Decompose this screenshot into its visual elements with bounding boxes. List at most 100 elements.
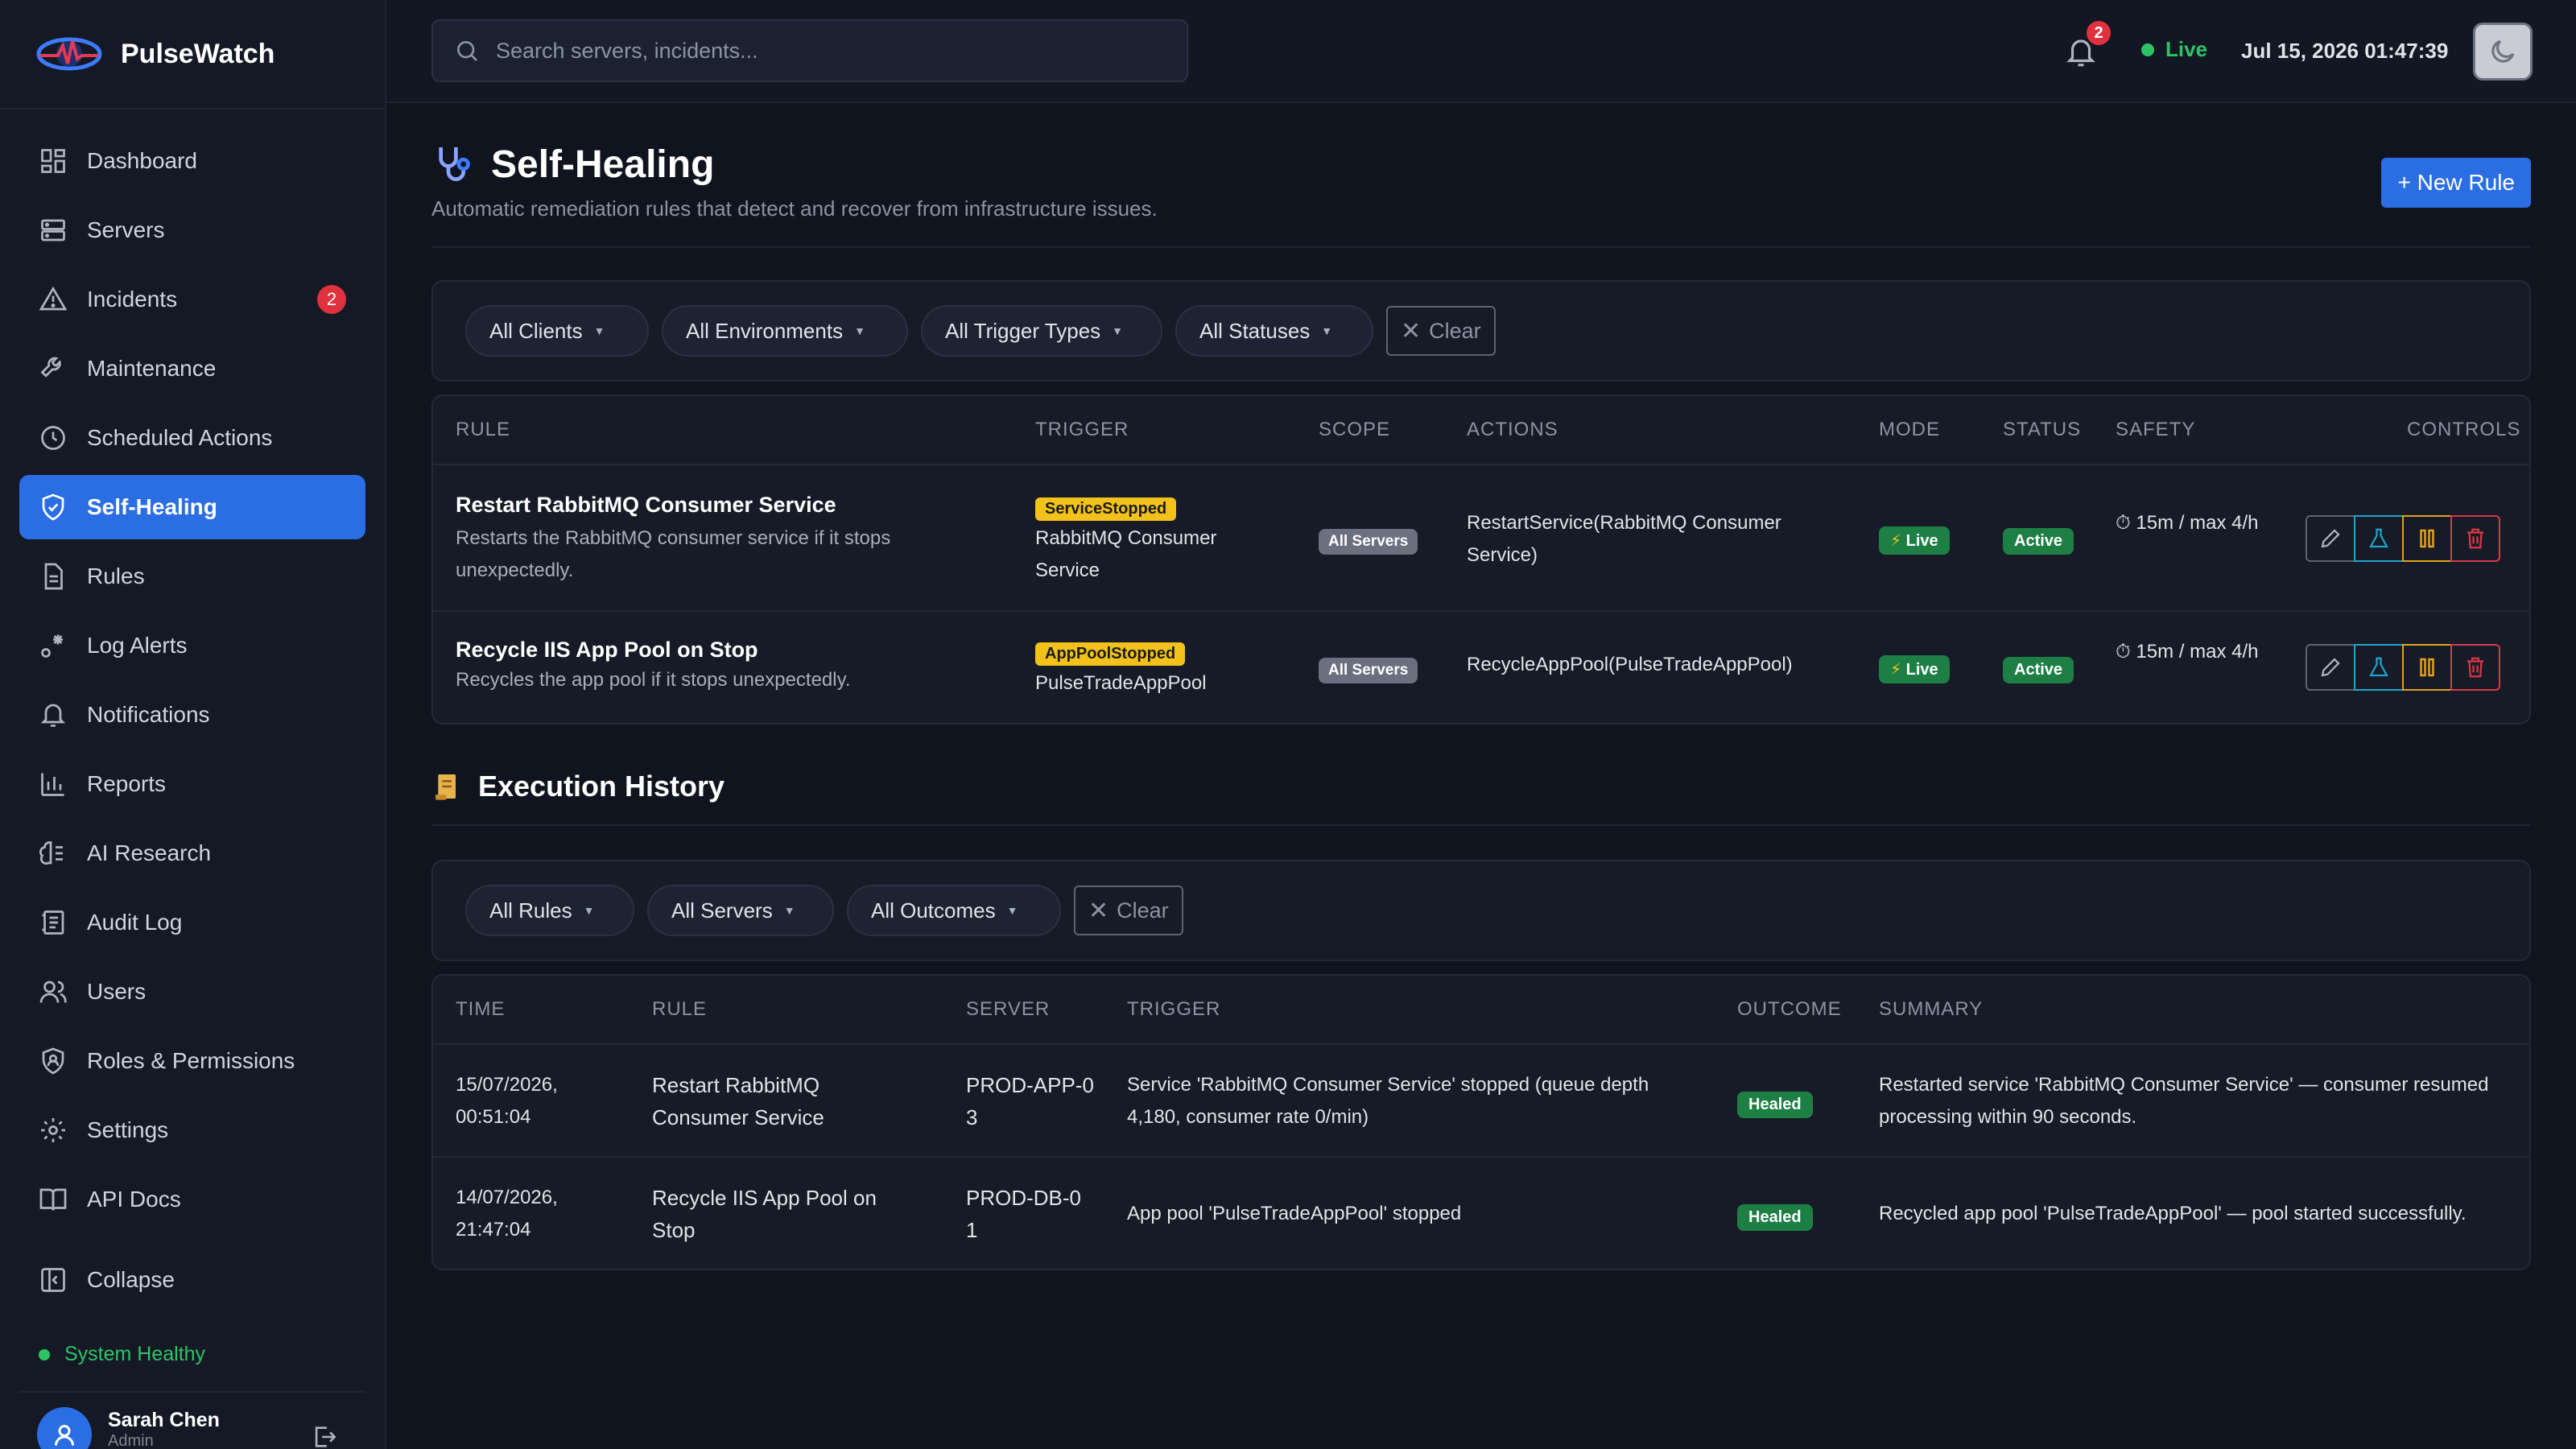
- status-badge: Active: [2003, 657, 2074, 683]
- outcome-cell: Healed: [1737, 1090, 1813, 1118]
- status-filter[interactable]: All Statuses ▼: [1175, 305, 1373, 357]
- wrench-icon: [40, 357, 61, 378]
- delete-rule-button[interactable]: [2450, 515, 2500, 562]
- new-rule-button[interactable]: + New Rule: [2381, 158, 2531, 208]
- user-role: Admin: [108, 1432, 154, 1449]
- rule-filter[interactable]: All Rules ▼: [465, 885, 634, 936]
- rule-filters: All Clients ▼ All Environments ▼ All Trigg…: [431, 280, 2531, 382]
- edit-rule-button[interactable]: [2306, 515, 2355, 562]
- safety-cell: ⏱ 15m / max 4/h: [2116, 636, 2260, 668]
- environment-filter[interactable]: All Environments ▼: [662, 305, 908, 357]
- brand[interactable]: PulseWatch: [0, 0, 385, 109]
- user-profile[interactable]: Sarah Chen Admin: [19, 1391, 365, 1449]
- pause-rule-button[interactable]: [2402, 644, 2452, 691]
- client-filter[interactable]: All Clients ▼: [465, 305, 649, 357]
- table-row[interactable]: Recycle IIS App Pool on Stop Recycles th…: [433, 612, 2529, 723]
- column-header-server: SERVER: [966, 998, 1051, 1020]
- pause-rule-button[interactable]: [2402, 515, 2452, 562]
- sidebar-item-log-alerts[interactable]: Log Alerts: [19, 613, 365, 678]
- collapse-button[interactable]: Collapse: [39, 1265, 175, 1294]
- book-icon: [39, 1188, 67, 1211]
- users-icon: [39, 980, 67, 1003]
- table-row[interactable]: Restart RabbitMQ Consumer Service Restar…: [433, 465, 2529, 612]
- sidebar-item-maintenance[interactable]: Maintenance: [19, 336, 365, 401]
- scope-badge: All Servers: [1319, 658, 1418, 683]
- test-rule-button[interactable]: [2354, 644, 2404, 691]
- edit-rule-button[interactable]: [2306, 644, 2355, 691]
- execution-history-title-text: Execution History: [478, 770, 725, 803]
- column-header-mode: MODE: [1879, 419, 1940, 440]
- server-filter[interactable]: All Servers ▼: [647, 885, 834, 936]
- column-header-status: STATUS: [2003, 419, 2082, 440]
- sidebar-item-incidents[interactable]: Incidents 2: [19, 267, 365, 332]
- mode-cell: ⚡ Live: [1879, 655, 1950, 683]
- execution-history-table: TIME RULE SERVER TRIGGER OUTCOME SUMMARY…: [431, 974, 2531, 1270]
- action-text: RestartService(RabbitMQ Consumer Service…: [1467, 512, 1781, 566]
- rule-description: Restarts the RabbitMQ consumer service i…: [456, 527, 891, 581]
- incidents-count-badge: 2: [317, 285, 346, 314]
- sidebar-item-notifications[interactable]: Notifications: [19, 683, 365, 747]
- dashboard-icon: [41, 149, 65, 173]
- logout-icon[interactable]: [311, 1423, 338, 1449]
- sidebar-item-audit-log[interactable]: Audit Log: [19, 890, 365, 955]
- clear-rule-filters-button[interactable]: ✕ Clear: [1386, 306, 1496, 356]
- sidebar-item-ai-research[interactable]: AI Research: [19, 821, 365, 886]
- caret-down-icon: ▼: [593, 324, 605, 337]
- sidebar-item-api-docs[interactable]: API Docs: [19, 1167, 365, 1232]
- history-time: 14/07/2026, 21:47:04: [456, 1187, 558, 1241]
- trigger-target: PulseTradeAppPool: [1035, 672, 1207, 694]
- shield-check-icon: [42, 493, 64, 521]
- test-rule-button[interactable]: [2354, 515, 2404, 562]
- sidebar-item-settings[interactable]: Settings: [19, 1098, 365, 1162]
- sidebar-item-label: Rules: [87, 564, 145, 588]
- trigger-type-filter[interactable]: All Trigger Types ▼: [921, 305, 1162, 357]
- current-datetime: Jul 15, 2026 01:47:39: [2241, 39, 2449, 63]
- delete-rule-button[interactable]: [2450, 644, 2500, 691]
- caret-down-icon: ▼: [783, 904, 795, 917]
- theme-toggle-button[interactable]: [2473, 23, 2533, 80]
- action-text: RecycleAppPool(PulseTradeAppPool): [1467, 654, 1793, 675]
- table-row[interactable]: 15/07/2026, 00:51:04 Restart RabbitMQ Co…: [433, 1045, 2529, 1158]
- rule-name: Restart RabbitMQ Consumer Service: [456, 493, 836, 517]
- user-name: Sarah Chen: [108, 1409, 220, 1431]
- sidebar-item-scheduled-actions[interactable]: Scheduled Actions: [19, 406, 365, 470]
- rule-cell: Restart RabbitMQ Consumer Service Restar…: [456, 493, 939, 587]
- bell-icon: [40, 704, 66, 727]
- live-label: Live: [2165, 37, 2208, 61]
- sidebar-item-users[interactable]: Users: [19, 960, 365, 1024]
- lightning-icon: ⚡: [1890, 532, 1902, 550]
- log-alert-icon: [41, 634, 63, 658]
- sidebar-item-label: Maintenance: [87, 356, 217, 381]
- table-row[interactable]: 14/07/2026, 21:47:04 Recycle IIS App Poo…: [433, 1158, 2529, 1269]
- sidebar-item-reports[interactable]: Reports: [19, 752, 365, 816]
- flask-icon: [2369, 528, 2388, 548]
- flask-icon: [2369, 657, 2388, 677]
- column-header-actions: ACTIONS: [1467, 419, 1558, 440]
- sidebar-item-dashboard[interactable]: Dashboard: [19, 129, 365, 193]
- sidebar-item-servers[interactable]: Servers: [19, 198, 365, 262]
- sidebar-item-self-healing[interactable]: Self-Healing: [19, 475, 365, 539]
- clear-history-filters-button[interactable]: ✕ Clear: [1074, 886, 1183, 935]
- history-filters: All Rules ▼ All Servers ▼ All Outcomes ▼ ✕ …: [431, 860, 2531, 961]
- sidebar-item-label: Self-Healing: [87, 494, 217, 519]
- search-input[interactable]: [496, 38, 1156, 64]
- outcome-filter[interactable]: All Outcomes ▼: [847, 885, 1061, 936]
- user-name-block: Sarah Chen Admin: [108, 1409, 220, 1449]
- rule-controls: [2306, 515, 2500, 562]
- timer-icon: ⏱: [2116, 641, 2131, 663]
- rules-table: RULE TRIGGER SCOPE ACTIONS MODE STATUS S…: [431, 394, 2531, 724]
- trash-icon: [2467, 657, 2483, 678]
- sidebar-item-rules[interactable]: Rules: [19, 544, 365, 609]
- mode-label: Live: [1905, 532, 1938, 550]
- sidebar-item-label: Audit Log: [87, 910, 183, 935]
- sidebar-item-label: AI Research: [87, 840, 212, 865]
- sidebar-item-roles-permissions[interactable]: Roles & Permissions: [19, 1029, 365, 1093]
- sidebar-item-label: Users: [87, 979, 147, 1004]
- search-box[interactable]: [431, 19, 1188, 82]
- history-table-header: TIME RULE SERVER TRIGGER OUTCOME SUMMARY: [433, 976, 2529, 1045]
- status-badge: Active: [2003, 528, 2074, 555]
- history-server: PROD-APP-03: [966, 1073, 1094, 1129]
- column-header-safety: SAFETY: [2116, 419, 2196, 440]
- pencil-icon: [2321, 658, 2340, 677]
- sidebar: PulseWatch Dashboard Servers Incidents 2…: [0, 0, 386, 1449]
